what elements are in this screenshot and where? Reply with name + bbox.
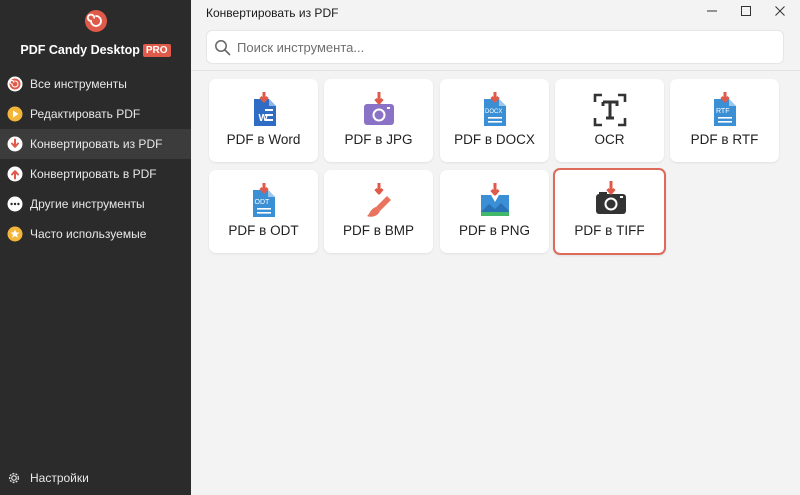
sidebar-item-convert-to-pdf[interactable]: Конвертировать в PDF (0, 159, 191, 189)
svg-text:ODT: ODT (255, 199, 271, 206)
ocr-text-icon (593, 93, 627, 127)
app-title: PDF Candy Desktop PRO (0, 43, 191, 57)
candy-icon (7, 76, 23, 92)
sidebar-nav: Все инструменты Редактировать PDF Конвер… (0, 69, 191, 249)
minimize-button[interactable] (696, 0, 728, 22)
tool-label: PDF в BMP (343, 223, 414, 238)
search-box[interactable] (206, 30, 784, 64)
svg-text:RTF: RTF (716, 108, 729, 115)
tool-label: PDF в TIFF (574, 223, 645, 238)
sidebar-item-other-tools[interactable]: Другие инструменты (0, 189, 191, 219)
tool-label: PDF в DOCX (454, 132, 535, 147)
arrow-up-icon (7, 166, 23, 182)
word-doc-icon: W (254, 92, 276, 126)
sidebar-item-frequently-used[interactable]: Часто используемые (0, 219, 191, 249)
tool-label: PDF в PNG (459, 223, 530, 238)
search-icon (215, 39, 231, 55)
sidebar-item-label: Все инструменты (30, 77, 127, 91)
tool-pdf-to-docx[interactable]: DOCX PDF в DOCX (440, 79, 549, 162)
sidebar-item-convert-from-pdf[interactable]: Конвертировать из PDF (0, 129, 191, 159)
sidebar-item-label: Часто используемые (30, 227, 147, 241)
sidebar-item-edit-pdf[interactable]: Редактировать PDF (0, 99, 191, 129)
tool-label: PDF в ODT (228, 223, 299, 238)
pro-badge: PRO (142, 44, 171, 57)
docx-doc-icon: DOCX (484, 92, 506, 126)
sidebar: PDF Candy Desktop PRO Все инструменты Ред… (0, 0, 191, 495)
svg-text:DOCX: DOCX (485, 109, 502, 115)
camera-icon (596, 181, 626, 214)
tool-pdf-to-png[interactable]: PDF в PNG (440, 170, 549, 253)
jpg-image-icon (364, 92, 394, 125)
minimize-icon (707, 10, 717, 12)
star-icon (7, 226, 23, 242)
sidebar-item-label: Конвертировать в PDF (30, 167, 157, 181)
tool-pdf-to-bmp[interactable]: PDF в BMP (324, 170, 433, 253)
sidebar-item-all-tools[interactable]: Все инструменты (0, 69, 191, 99)
sidebar-item-label: Другие инструменты (30, 197, 145, 211)
app-name: PDF Candy Desktop (20, 43, 140, 57)
odt-doc-icon: ODT (253, 183, 275, 217)
divider (191, 70, 800, 71)
svg-text:W: W (259, 113, 269, 124)
window-title: Конвертировать из PDF (206, 6, 339, 20)
tool-pdf-to-odt[interactable]: ODT PDF в ODT (209, 170, 318, 253)
tool-label: PDF в Word (226, 132, 301, 147)
tool-pdf-to-rtf[interactable]: RTF PDF в RTF (670, 79, 779, 162)
dots-icon (7, 196, 23, 212)
tool-pdf-to-word[interactable]: W PDF в Word (209, 79, 318, 162)
tool-pdf-to-jpg[interactable]: PDF в JPG (324, 79, 433, 162)
tool-label: PDF в JPG (344, 132, 413, 147)
maximize-button[interactable] (730, 0, 762, 22)
settings-button[interactable]: Настройки (7, 471, 89, 485)
tool-label: OCR (594, 132, 625, 147)
settings-label: Настройки (30, 471, 89, 485)
paintbrush-icon (367, 183, 391, 217)
arrow-down-icon (7, 136, 23, 152)
play-icon (7, 106, 23, 122)
maximize-icon (741, 6, 751, 16)
sidebar-item-label: Конвертировать из PDF (30, 137, 163, 151)
close-button[interactable] (764, 0, 796, 22)
png-image-icon (481, 183, 509, 216)
sidebar-item-label: Редактировать PDF (30, 107, 141, 121)
search-input[interactable] (237, 39, 757, 55)
candy-logo-icon (85, 10, 107, 32)
main-panel: Конвертировать из PDF W PDF в Word (191, 0, 800, 495)
rtf-doc-icon: RTF (714, 92, 736, 126)
tool-ocr[interactable]: OCR (555, 79, 664, 162)
gear-icon (8, 472, 20, 484)
tool-label: PDF в RTF (690, 132, 759, 147)
close-icon (775, 6, 785, 16)
tool-pdf-to-tiff[interactable]: PDF в TIFF (553, 168, 666, 255)
